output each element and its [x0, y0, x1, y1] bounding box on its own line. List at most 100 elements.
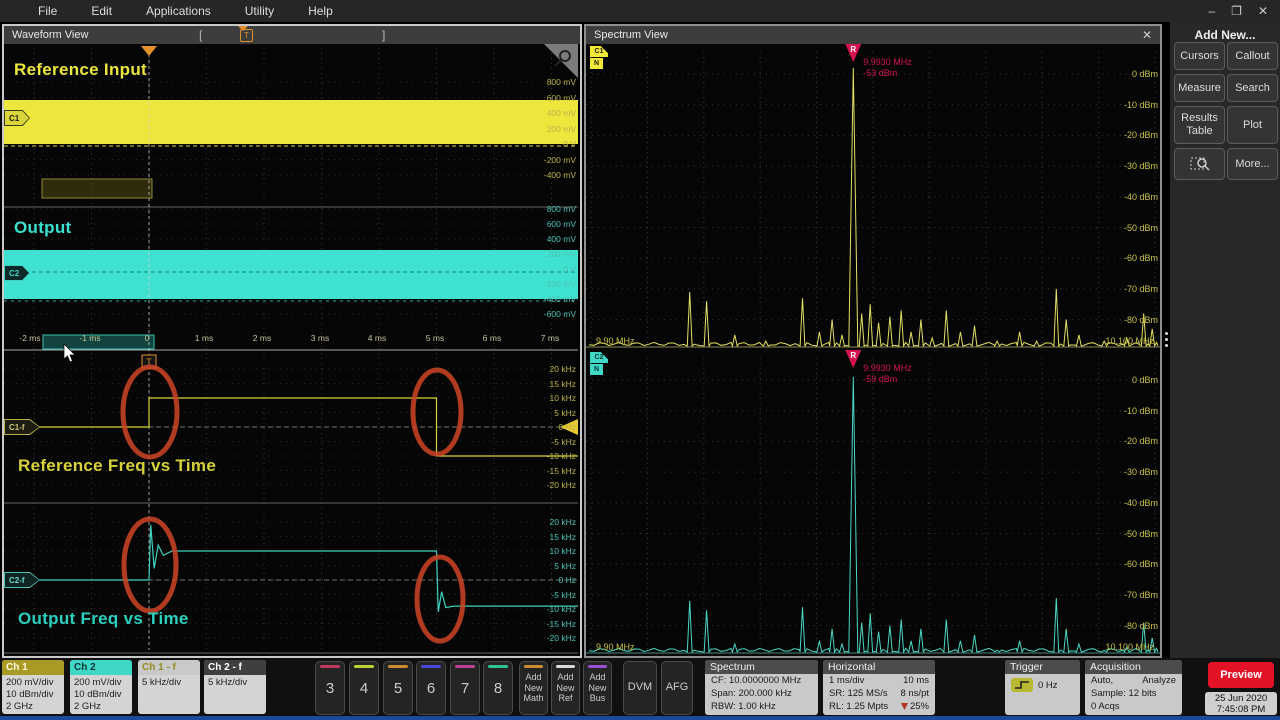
channel-badge-c1[interactable]: C1	[4, 110, 30, 126]
menu-item-utility[interactable]: Utility	[245, 4, 274, 18]
waveform-grid[interactable]: TReference InputOutputReference Freq vs …	[4, 44, 578, 656]
c2f_hz-scale-label: 15 kHz	[532, 532, 576, 542]
acquisition-bracket-left: [	[199, 28, 202, 42]
channel-tile-ch-2-f[interactable]: Ch 2 - f5 kHz/div	[204, 660, 266, 714]
channel-button-5[interactable]: 5	[383, 661, 413, 715]
channel-button-8[interactable]: 8	[483, 661, 513, 715]
annotation-out-freq: Output Freq vs Time	[18, 609, 189, 629]
afg-button[interactable]: AFG	[661, 661, 693, 715]
db-scale-label: 0 dBm	[1112, 69, 1158, 79]
c2f_hz-scale-label: -5 kHz	[532, 590, 576, 600]
annotation-ref-input: Reference Input	[14, 60, 147, 80]
add-new-math-button[interactable]: AddNewMath	[519, 661, 548, 715]
spectrum-plot-c2[interactable]: C2NR9.9930 MHz-59 dBm0 dBm-10 dBm-20 dBm…	[586, 350, 1160, 656]
channel-tile-ch-1-f[interactable]: Ch 1 - f5 kHz/div	[138, 660, 200, 714]
add-new-zoom-button[interactable]	[1174, 148, 1225, 180]
minimize-icon[interactable]: –	[1208, 4, 1215, 18]
db-scale-label: -60 dBm	[1112, 559, 1158, 569]
db-scale-label: -30 dBm	[1112, 467, 1158, 477]
acquisition-bracket-right: ]	[382, 28, 385, 42]
spectrum-channel-badge-c2[interactable]: C2N	[590, 352, 608, 375]
c1f_hz-scale-label: 15 kHz	[532, 379, 576, 389]
reference-marker-icon[interactable]: R	[845, 350, 861, 368]
channel-badge-c2f[interactable]: C2-f	[4, 572, 40, 588]
channel-tile-ch-1[interactable]: Ch 1200 mV/div10 dBm/div2 GHz	[2, 660, 64, 714]
add-new-results-table-button[interactable]: Results Table	[1174, 106, 1225, 144]
channel-button-3[interactable]: 3	[315, 661, 345, 715]
panel-drag-handle[interactable]	[1162, 324, 1170, 354]
c2_mv-scale-label: 400 mV	[532, 234, 576, 244]
channel-tile-ch-2[interactable]: Ch 2200 mV/div10 dBm/div2 GHz	[70, 660, 132, 714]
db-scale-label: -20 dBm	[1112, 436, 1158, 446]
add-new-callout-button[interactable]: Callout	[1227, 42, 1278, 70]
menu-item-help[interactable]: Help	[308, 4, 333, 18]
menu-item-file[interactable]: File	[38, 4, 57, 18]
freq-axis-left-label: 9.90 MHz	[596, 642, 635, 652]
reference-marker-readout: 9.9930 MHz-53 dBm	[863, 57, 912, 79]
date-text: 25 Jun 2020	[1205, 693, 1277, 704]
waveform-view-panel: Waveform View [ T ] TReference InputOutp…	[2, 24, 582, 658]
spectrum-channel-badge-c1[interactable]: C1N	[590, 46, 608, 69]
menu-item-edit[interactable]: Edit	[91, 4, 112, 18]
add-new-search-button[interactable]: Search	[1227, 74, 1278, 102]
menu-item-applications[interactable]: Applications	[146, 4, 211, 18]
c2f_hz-scale-label: 20 kHz	[532, 517, 576, 527]
annotation-output: Output	[14, 218, 72, 238]
add-new-cursors-button[interactable]: Cursors	[1174, 42, 1225, 70]
c1_mv-scale-label: 0 V	[532, 139, 576, 149]
db-scale-label: -10 dBm	[1112, 406, 1158, 416]
c1f_hz-scale-label: 5 kHz	[532, 408, 576, 418]
close-icon[interactable]: ✕	[1258, 4, 1268, 18]
horizontal-settings-panel[interactable]: Horizontal1 ms/div10 msSR: 125 MS/s8 ns/…	[823, 660, 935, 715]
menu-items: File Edit Applications Utility Help	[0, 4, 333, 18]
spectrum-close-icon[interactable]: ✕	[1142, 28, 1152, 42]
add-new-plot-button[interactable]: Plot	[1227, 106, 1278, 144]
c2_mv-scale-label: -600 mV	[532, 309, 576, 319]
c1_mv-scale-label: 600 mV	[532, 93, 576, 103]
c1f_hz-scale-label: -5 kHz	[532, 437, 576, 447]
db-scale-label: -70 dBm	[1112, 284, 1158, 294]
acquisition-settings-panel[interactable]: AcquisitionAuto,AnalyzeSample: 12 bits0 …	[1085, 660, 1182, 715]
c2_mv-scale-label: -200 mV	[532, 279, 576, 289]
c2f_hz-scale-label: 5 kHz	[532, 561, 576, 571]
restore-icon[interactable]: ❐	[1231, 4, 1242, 18]
channel-button-7[interactable]: 7	[450, 661, 480, 715]
taskbar-strip	[0, 716, 1280, 720]
c1_mv-scale-label: 400 mV	[532, 108, 576, 118]
reference-marker-icon[interactable]: R	[845, 44, 861, 62]
edge-trigger-icon	[1011, 678, 1033, 692]
c2f_hz-scale-label: 0 Hz	[532, 575, 576, 585]
spectrum-view-panel: Spectrum View ✕ C1NR9.9930 MHz-53 dBm0 d…	[584, 24, 1162, 658]
spectrum-settings-panel[interactable]: SpectrumCF: 10.0000000 MHzSpan: 200.000 …	[705, 660, 818, 715]
dvm-button[interactable]: DVM	[623, 661, 657, 715]
spectrum-view-titlebar[interactable]: Spectrum View ✕	[586, 26, 1160, 44]
time-axis-label: -2 ms	[10, 333, 50, 343]
time-axis-label: 2 ms	[242, 333, 282, 343]
add-new-bus-button[interactable]: AddNewBus	[583, 661, 612, 715]
c1f_hz-scale-label: 20 kHz	[532, 364, 576, 374]
time-axis-label: 0	[127, 333, 167, 343]
annotation-ref-freq: Reference Freq vs Time	[18, 456, 216, 476]
channel-button-4[interactable]: 4	[349, 661, 379, 715]
add-new-more-button[interactable]: More...	[1227, 148, 1278, 180]
waveform-view-titlebar[interactable]: Waveform View [ T ]	[4, 26, 580, 44]
preview-button[interactable]: Preview	[1208, 662, 1274, 688]
channel-badge-c1f[interactable]: C1-f	[4, 419, 40, 435]
spectrum-plot-c1[interactable]: C1NR9.9930 MHz-53 dBm0 dBm-10 dBm-20 dBm…	[586, 44, 1160, 352]
channel-button-6[interactable]: 6	[416, 661, 446, 715]
db-scale-label: -50 dBm	[1112, 223, 1158, 233]
spectrum-grid[interactable]: C1NR9.9930 MHz-53 dBm0 dBm-10 dBm-20 dBm…	[586, 44, 1160, 656]
add-new-measure-button[interactable]: Measure	[1174, 74, 1225, 102]
add-new-title: Add New...	[1170, 22, 1280, 42]
trigger-settings-panel[interactable]: Trigger0 Hz	[1005, 660, 1080, 715]
c2f_hz-scale-label: 10 kHz	[532, 546, 576, 556]
c2f_hz-scale-label: -15 kHz	[532, 619, 576, 629]
c1_mv-scale-label: 200 mV	[532, 124, 576, 134]
channel-badge-c2[interactable]: C2	[4, 265, 30, 281]
spectrum-view-title: Spectrum View	[594, 29, 668, 41]
window-controls: – ❐ ✕	[1208, 4, 1280, 18]
time-axis-label: 5 ms	[415, 333, 455, 343]
add-new-ref-button[interactable]: AddNewRef	[551, 661, 580, 715]
db-scale-label: -60 dBm	[1112, 253, 1158, 263]
c1_mv-scale-label: -400 mV	[532, 170, 576, 180]
